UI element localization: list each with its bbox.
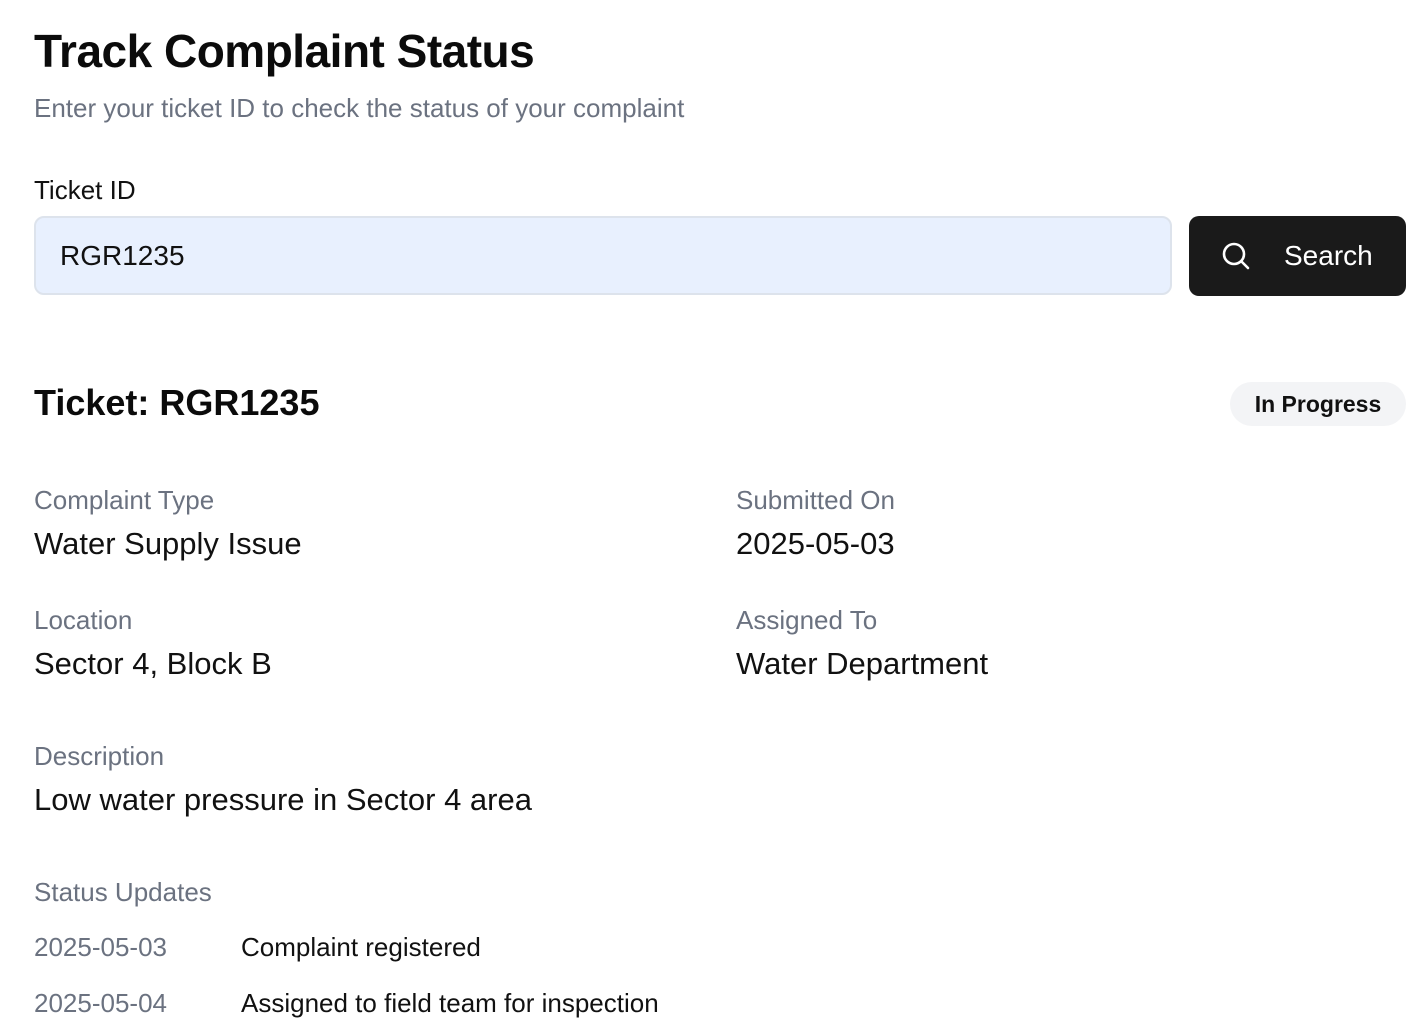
submitted-on-label: Submitted On <box>736 485 895 515</box>
status-badge: In Progress <box>1230 382 1406 426</box>
assigned-to-label: Assigned To <box>736 605 878 635</box>
search-icon <box>1221 241 1251 271</box>
search-button[interactable]: Search <box>1189 216 1406 296</box>
complaint-type-value: Water Supply Issue <box>34 526 302 561</box>
status-update-row: 2025-05-04 Assigned to field team for in… <box>34 986 1034 1020</box>
ticket-id-label: Ticket ID <box>34 175 136 205</box>
page-title: Track Complaint Status <box>34 25 535 77</box>
submitted-on-value: 2025-05-03 <box>736 526 895 561</box>
status-update-text: Assigned to field team for inspection <box>241 988 659 1018</box>
status-update-text: Complaint registered <box>241 932 481 962</box>
complaint-type-label: Complaint Type <box>34 485 215 515</box>
status-update-date: 2025-05-04 <box>34 988 167 1018</box>
status-update-row: 2025-05-03 Complaint registered <box>34 930 1034 964</box>
assigned-to-value: Water Department <box>736 646 989 681</box>
ticket-id-input[interactable] <box>34 216 1172 295</box>
page-subtitle: Enter your ticket ID to check the status… <box>34 93 685 123</box>
status-update-date: 2025-05-03 <box>34 932 167 962</box>
ticket-heading: Ticket: RGR1235 <box>34 382 320 423</box>
location-value: Sector 4, Block B <box>34 646 272 681</box>
search-button-label: Search <box>1284 240 1373 271</box>
description-value: Low water pressure in Sector 4 area <box>34 782 532 817</box>
description-label: Description <box>34 741 165 771</box>
location-label: Location <box>34 605 133 635</box>
status-updates-label: Status Updates <box>34 877 212 907</box>
